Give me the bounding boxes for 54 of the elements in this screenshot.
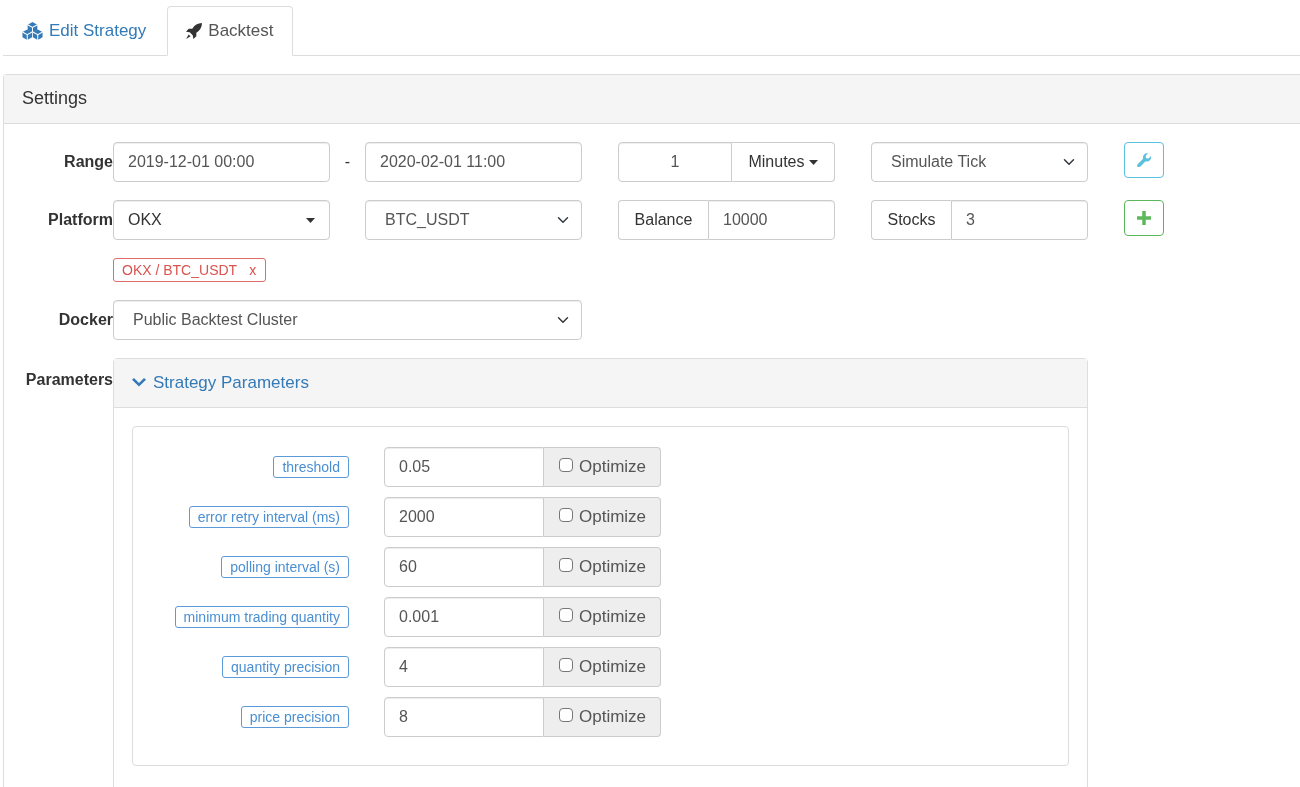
- field-label: Stocks: [871, 200, 951, 240]
- parameter-label: minimum trading quantity: [174, 606, 349, 628]
- checkbox-label: Optimize: [579, 706, 647, 729]
- parameter-label: threshold: [273, 456, 349, 478]
- checkbox-label: Optimize: [579, 506, 647, 529]
- pair-select[interactable]: BTC_USDT: [365, 200, 582, 240]
- field-label: Parameters: [24, 370, 113, 390]
- field-label: Range: [63, 152, 113, 172]
- parameter-label: polling interval (s): [221, 556, 349, 578]
- checkbox-label: Optimize: [579, 606, 647, 629]
- wrench-icon: [1137, 153, 1151, 167]
- checkbox[interactable]: [559, 458, 573, 472]
- checkbox-label: Optimize: [579, 556, 647, 579]
- rocket-icon: [186, 23, 203, 39]
- tab[interactable]: Edit Strategy: [3, 6, 166, 56]
- checkbox-label: Optimize: [579, 456, 647, 479]
- caret-icon: [808, 159, 818, 165]
- cubes-icon: [22, 22, 43, 40]
- mode-select[interactable]: Simulate Tick: [871, 142, 1088, 182]
- checkbox[interactable]: [559, 508, 573, 522]
- docker-select[interactable]: Public Backtest Cluster: [113, 300, 582, 340]
- checkbox[interactable]: [559, 608, 573, 622]
- parameter-field[interactable]: 4: [384, 647, 544, 687]
- date-field[interactable]: 2019-12-01 00:00: [113, 142, 330, 182]
- parameter-field[interactable]: 2000: [384, 497, 544, 537]
- parameter-label: error retry interval (ms): [188, 506, 349, 528]
- balance-field[interactable]: 10000: [708, 200, 835, 240]
- checkbox-label: Optimize: [579, 656, 647, 679]
- plus-icon: [1137, 211, 1151, 225]
- date-field[interactable]: 2020-02-01 11:00: [365, 142, 582, 182]
- collapse-toggle[interactable]: Strategy Parameters: [132, 371, 309, 395]
- period-field[interactable]: 1: [618, 142, 732, 182]
- stocks-field[interactable]: 3: [951, 200, 1088, 240]
- tag-text: OKX / BTC_USDT: [122, 261, 238, 280]
- parameter-label: price precision: [240, 706, 349, 728]
- add-button[interactable]: [1124, 200, 1164, 236]
- unit-dropdown[interactable]: Minutes: [732, 142, 835, 182]
- exchange-dropdown[interactable]: OKX: [113, 200, 330, 240]
- field-label: Platform: [47, 210, 113, 230]
- parameter-field[interactable]: 0.001: [384, 597, 544, 637]
- parameter-field[interactable]: 8: [384, 697, 544, 737]
- checkbox[interactable]: [559, 658, 573, 672]
- checkbox[interactable]: [559, 558, 573, 572]
- caret-icon: [306, 217, 315, 223]
- checkbox[interactable]: [559, 708, 573, 722]
- field-label: Balance: [618, 200, 708, 240]
- remove-link[interactable]: x: [249, 260, 257, 280]
- panel-title: Settings: [22, 88, 88, 108]
- tab[interactable]: Backtest: [167, 6, 293, 56]
- parameter-label: quantity precision: [222, 656, 349, 678]
- parameter-field[interactable]: 60: [384, 547, 544, 587]
- field-label: Docker: [57, 310, 113, 330]
- parameter-field[interactable]: 0.05: [384, 447, 544, 487]
- range-separator: -: [343, 152, 352, 172]
